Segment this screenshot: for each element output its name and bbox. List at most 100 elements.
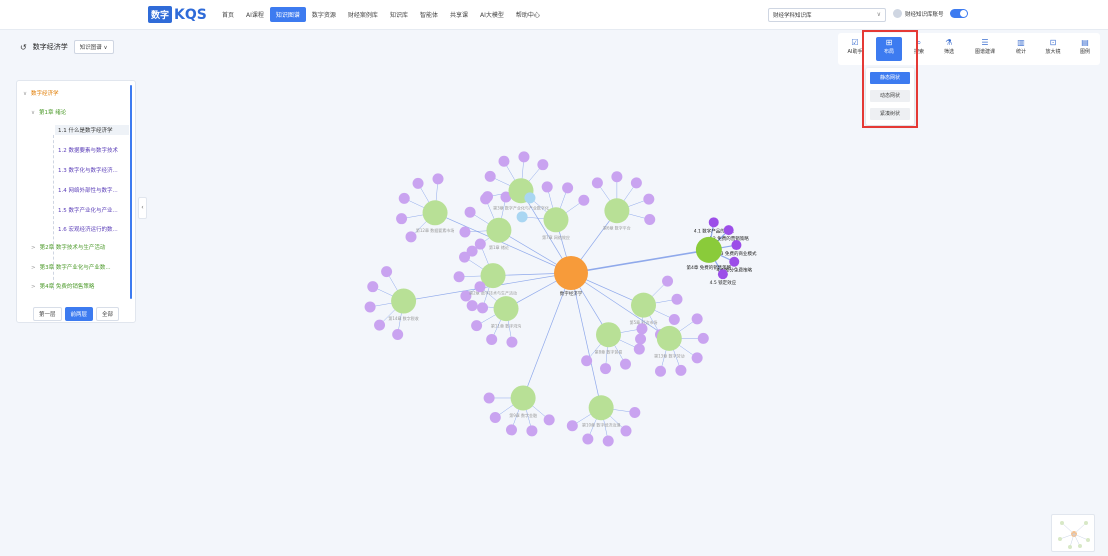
tree-section-1-1[interactable]: 1.1 什么是数字经济学 <box>55 125 129 135</box>
section-node[interactable] <box>591 177 603 189</box>
section-node[interactable] <box>708 217 719 228</box>
section-node[interactable] <box>484 170 496 182</box>
section-node[interactable] <box>662 275 674 287</box>
tree-chapter-1[interactable]: ∨ 第1章 绪论 <box>31 108 131 116</box>
section-node[interactable] <box>723 225 734 236</box>
chapter-node[interactable] <box>422 200 448 226</box>
level-two-button[interactable]: 前两层 <box>64 307 94 321</box>
section-node[interactable] <box>675 364 687 376</box>
chapter-node[interactable] <box>391 288 417 314</box>
section-node[interactable] <box>543 414 555 426</box>
section-node[interactable] <box>697 332 709 344</box>
section-node[interactable] <box>483 392 495 404</box>
section-node[interactable] <box>655 329 667 341</box>
tree-section-1-2[interactable]: 1.2 数据要素与数字技术 <box>55 145 129 155</box>
user-menu[interactable]: 财经知识库账号 <box>893 9 968 18</box>
tool-magnifier[interactable]: ⊡ 放大镜 <box>1038 37 1068 61</box>
section-node[interactable] <box>486 333 498 345</box>
level-all-button[interactable]: 全部 <box>96 307 120 321</box>
section-node[interactable] <box>412 177 424 189</box>
chapter-node[interactable] <box>631 292 657 318</box>
section-node[interactable] <box>489 411 501 423</box>
section-node[interactable] <box>562 182 574 194</box>
tool-legend[interactable]: ▤ 图例 <box>1072 37 1098 61</box>
chapter-node[interactable] <box>543 207 569 233</box>
chapter-node[interactable] <box>508 178 534 204</box>
section-node[interactable] <box>671 293 683 305</box>
nav-item-ai-model[interactable]: AI大模型 <box>474 7 510 22</box>
nav-item-knowledge-graph[interactable]: 知识图谱 <box>269 7 306 22</box>
chapter-node[interactable] <box>588 395 614 421</box>
section-node[interactable] <box>374 319 386 331</box>
chapter-node[interactable] <box>695 236 722 263</box>
section-node[interactable] <box>432 173 444 185</box>
collapse-panel-button[interactable]: ‹ <box>138 197 147 219</box>
section-node[interactable] <box>471 320 483 332</box>
section-node[interactable] <box>506 336 518 348</box>
section-node[interactable] <box>459 226 471 238</box>
tree-section-1-3[interactable]: 1.3 数字化与数字经济... <box>55 165 129 175</box>
chapter-node[interactable] <box>656 325 682 351</box>
chapter-node[interactable] <box>596 322 621 348</box>
section-node[interactable] <box>668 313 680 325</box>
section-node[interactable] <box>498 155 510 167</box>
section-node[interactable] <box>582 433 594 445</box>
section-node[interactable] <box>466 245 478 257</box>
section-node[interactable] <box>474 238 486 250</box>
chapter-node[interactable] <box>510 385 536 411</box>
section-node[interactable] <box>381 266 393 278</box>
section-node[interactable] <box>566 420 578 432</box>
section-node[interactable] <box>636 323 648 335</box>
section-node[interactable] <box>482 191 494 203</box>
section-node[interactable] <box>526 425 538 437</box>
section-node[interactable] <box>629 406 641 418</box>
section-node[interactable] <box>398 192 410 204</box>
nav-item-shared-course[interactable]: 共享课 <box>444 7 474 22</box>
chapter-node[interactable] <box>604 198 630 224</box>
section-node[interactable] <box>541 181 553 193</box>
logo[interactable]: 数字 KQS <box>148 6 207 23</box>
tree-section-1-5[interactable]: 1.5 数字产业化与产业... <box>55 205 129 215</box>
section-node[interactable] <box>405 231 417 243</box>
section-node[interactable] <box>643 193 655 205</box>
section-node[interactable] <box>460 290 472 302</box>
knowledge-base-select[interactable]: 财经学科知识库 ∨ <box>768 8 886 22</box>
tool-graph-course[interactable]: ☰ 图谱建课 <box>968 37 1002 61</box>
section-node[interactable] <box>480 193 492 205</box>
section-node[interactable] <box>691 313 703 325</box>
level-first-button[interactable]: 第一层 <box>33 307 62 321</box>
section-node[interactable] <box>633 343 645 355</box>
section-node[interactable] <box>466 300 478 312</box>
chapter-node[interactable] <box>486 217 512 243</box>
section-node[interactable] <box>644 214 656 226</box>
nav-item-knowledge-base[interactable]: 知识库 <box>384 7 414 22</box>
section-node[interactable] <box>581 355 593 367</box>
section-node[interactable] <box>611 171 623 183</box>
section-node[interactable] <box>516 211 528 223</box>
section-node[interactable] <box>500 191 512 203</box>
tool-filter[interactable]: ⚗ 筛选 <box>936 37 962 61</box>
section-node[interactable] <box>364 301 376 313</box>
section-node[interactable] <box>474 281 486 293</box>
knowledge-graph-canvas[interactable]: 第1章 绪论第2章 数字技术与生产活动第3章 数字产业化与产业数字化4.1 数字… <box>0 0 1108 556</box>
section-node[interactable] <box>524 192 536 204</box>
nav-item-agents[interactable]: 智能体 <box>414 7 444 22</box>
section-node[interactable] <box>392 329 404 341</box>
tree-chapter-4[interactable]: > 第4章 免费的销售策略 <box>31 282 131 290</box>
tree-section-1-6[interactable]: 1.6 宏观经济运行的数... <box>55 224 129 234</box>
section-node[interactable] <box>691 352 703 364</box>
nav-item-home[interactable]: 首页 <box>216 7 240 22</box>
nav-item-help[interactable]: 帮助中心 <box>510 7 546 22</box>
section-node[interactable] <box>635 333 647 345</box>
center-node[interactable] <box>554 256 588 290</box>
tree-chapter-2[interactable]: > 第2章 数字技术与生产活动 <box>31 243 131 251</box>
view-mode-select[interactable]: 知识图谱 ∨ <box>73 40 114 54</box>
nav-item-case-library[interactable]: 财经案例库 <box>342 7 384 22</box>
theme-toggle[interactable] <box>949 9 968 18</box>
section-node[interactable] <box>717 269 728 280</box>
section-node[interactable] <box>630 177 642 189</box>
tree-section-1-4[interactable]: 1.4 网络外部性与数字... <box>55 185 129 195</box>
section-node[interactable] <box>620 358 631 370</box>
section-node[interactable] <box>729 256 740 267</box>
back-icon[interactable]: ↺ <box>20 43 27 52</box>
